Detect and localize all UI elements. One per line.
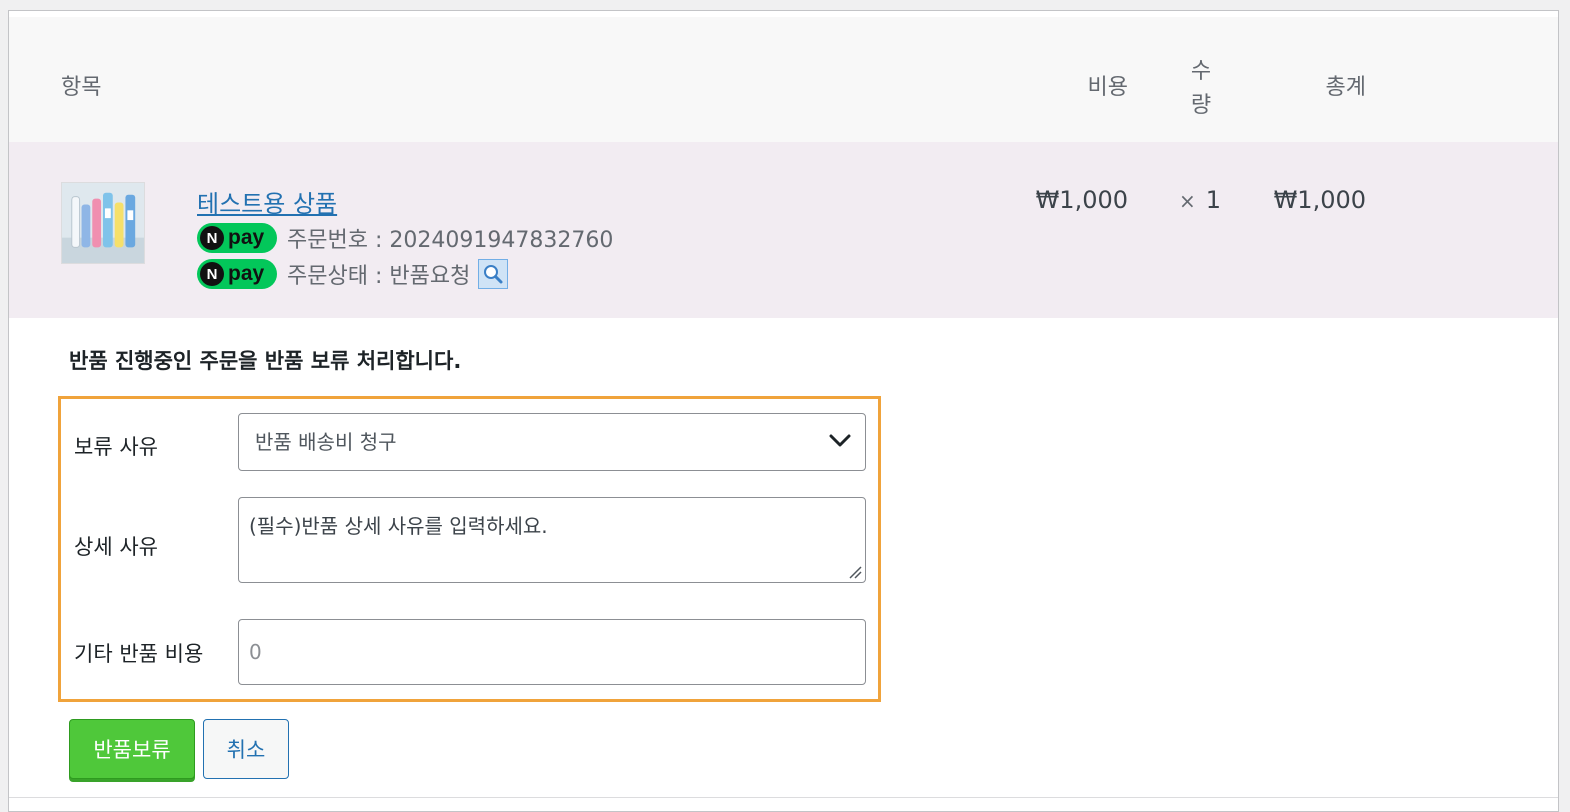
column-header-cost: 비용 [1087, 75, 1128, 100]
detail-textarea[interactable]: (필수)반품 상세 사유를 입력하세요. [238, 497, 866, 583]
detail-label: 상세 사유 [74, 535, 158, 559]
column-header-item: 항목 [61, 75, 102, 100]
hold-form: 보류 사유 반품 배송비 청구 상세 사유 (필수)반품 상세 사유를 입력하세… [58, 396, 881, 702]
qty-value: 1 [1205, 186, 1222, 214]
npay-badge-icon: N pay [197, 223, 277, 253]
npay-n-mark: N [200, 226, 224, 250]
item-total: ₩1,000 [1273, 186, 1366, 214]
magnifier-icon[interactable] [478, 259, 509, 289]
order-number-text: 주문번호 : 2024091947832760 [287, 228, 614, 253]
order-items-panel: 항목 비용 수량 총계 테스트용 상품 N pay 주문번호: 2024091… [8, 10, 1559, 812]
table-row: 테스트용 상품 N pay 주문번호 : 2024091947832760 N … [9, 142, 1558, 318]
hold-notice: 반품 진행중인 주문을 반품 보류 처리합니다. [69, 349, 462, 373]
extra-cost-label: 기타 반품 비용 [74, 642, 204, 666]
detail-placeholder: (필수)반품 상세 사유를 입력하세요. [249, 514, 548, 538]
npay-pay-text: pay [228, 226, 265, 249]
resize-grip-icon[interactable] [848, 565, 862, 579]
order-status-line: N pay 주문상태 : 반품요청 [197, 258, 509, 290]
item-qty: × 1 [1179, 186, 1221, 214]
product-name-link[interactable]: 테스트용 상품 [197, 184, 337, 219]
npay-badge-icon: N pay [197, 259, 277, 289]
reason-label: 보류 사유 [74, 435, 158, 459]
npay-pay-text: pay [228, 262, 265, 285]
column-header-total: 총계 [1325, 75, 1366, 100]
item-cost: ₩1,000 [1035, 186, 1128, 214]
order-status-text: 주문상태 : 반품요청 [287, 264, 471, 289]
times-symbol: × [1179, 189, 1196, 213]
cancel-button[interactable]: 취소 [203, 719, 289, 779]
extra-cost-input[interactable]: 0 [238, 619, 866, 685]
reason-select[interactable]: 반품 배송비 청구 [238, 413, 866, 471]
chevron-down-icon [829, 434, 851, 447]
hold-button[interactable]: 반품보류 [69, 719, 195, 779]
order-number-line: N pay 주문번호 : 2024091947832760 [197, 222, 613, 254]
column-header-qty: 수량 [1190, 59, 1212, 118]
product-thumbnail[interactable] [61, 182, 145, 264]
reason-selected-value: 반품 배송비 청구 [255, 430, 397, 454]
product-image [62, 183, 144, 263]
extra-cost-value: 0 [249, 640, 262, 664]
divider [9, 797, 1558, 798]
npay-n-mark: N [200, 262, 224, 286]
table-header: 항목 비용 수량 총계 [9, 17, 1558, 142]
